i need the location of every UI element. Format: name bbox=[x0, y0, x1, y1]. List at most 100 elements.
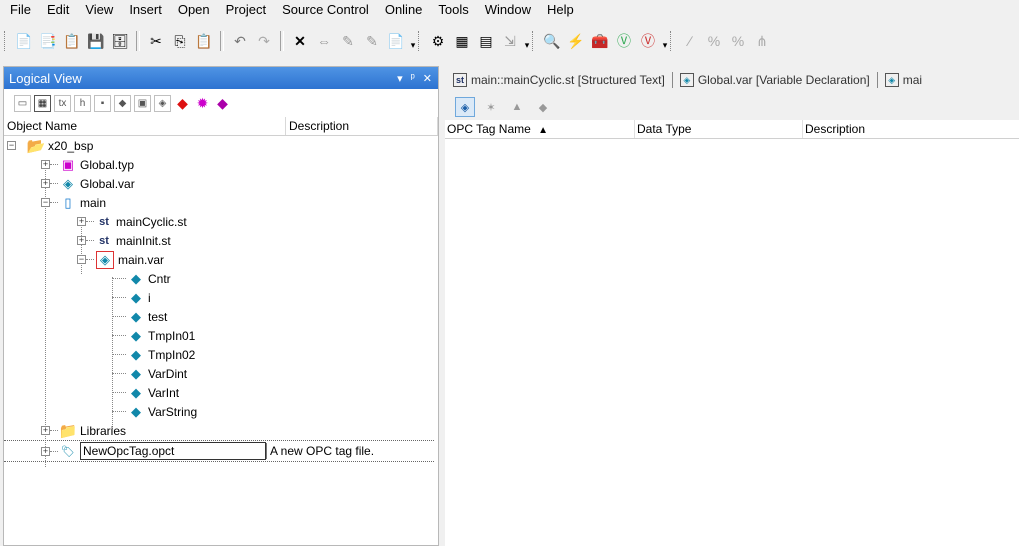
opc-grid-body[interactable] bbox=[445, 139, 1019, 539]
red-diamond-icon[interactable]: ◆ bbox=[174, 95, 191, 112]
tree-node-global-var[interactable]: + ◈ Global.var bbox=[41, 174, 135, 193]
toolbar-grip[interactable] bbox=[670, 31, 674, 51]
collapse-icon[interactable]: − bbox=[7, 141, 16, 150]
tree-node-root[interactable]: − 📂 x20_bsp bbox=[7, 136, 93, 155]
opc-add-tag-icon[interactable]: ◈ bbox=[455, 97, 475, 117]
menu-online[interactable]: Online bbox=[377, 0, 431, 20]
opc-add-subtag-icon[interactable]: ✶ bbox=[481, 97, 501, 117]
opc-insert-icon[interactable]: ▲ bbox=[507, 97, 527, 117]
tree-node-variable[interactable]: ◆ TmpIn02 bbox=[112, 345, 195, 364]
menu-window[interactable]: Window bbox=[477, 0, 539, 20]
column-opc-tag-name[interactable]: OPC Tag Name ▲ bbox=[445, 120, 635, 138]
opc-delete-icon[interactable]: ◆ bbox=[533, 97, 553, 117]
toolbar-grip[interactable] bbox=[418, 31, 422, 51]
tree-node-main-cyclic[interactable]: + st mainCyclic.st bbox=[77, 212, 187, 231]
properties-icon[interactable]: ✎ bbox=[338, 31, 358, 51]
paste-icon[interactable]: 📋 bbox=[194, 31, 214, 51]
build-icon[interactable]: ⚙ bbox=[428, 31, 448, 51]
view-file-icon[interactable]: ▭ bbox=[14, 94, 31, 112]
column-object-name[interactable]: Object Name bbox=[4, 117, 286, 135]
expand-icon[interactable]: + bbox=[41, 426, 50, 435]
expand-icon[interactable]: + bbox=[41, 160, 50, 169]
menu-insert[interactable]: Insert bbox=[121, 0, 170, 20]
collapse-icon[interactable]: − bbox=[77, 255, 86, 264]
new-project-icon[interactable]: 📄 bbox=[14, 31, 34, 51]
save-all-icon[interactable]: 🗄 bbox=[110, 31, 130, 51]
uncomment-icon[interactable]: % bbox=[728, 31, 748, 51]
configuration-icon[interactable]: ▤ bbox=[476, 31, 496, 51]
toolbar-overflow-icon[interactable]: ▾ bbox=[522, 31, 532, 51]
toolbar-grip[interactable] bbox=[532, 31, 536, 51]
toolbar-grip[interactable] bbox=[4, 31, 8, 51]
tree-node-variable[interactable]: ◆ VarDint bbox=[112, 364, 187, 383]
menu-project[interactable]: Project bbox=[218, 0, 274, 20]
column-data-type[interactable]: Data Type bbox=[635, 120, 803, 138]
format-icon[interactable]: ∕ bbox=[680, 31, 700, 51]
watch-icon[interactable]: 🧰 bbox=[590, 31, 610, 51]
delete-icon[interactable]: ✕ bbox=[290, 31, 310, 51]
menu-file[interactable]: File bbox=[2, 0, 39, 20]
panel-menu-icon[interactable]: ▾ bbox=[397, 72, 403, 85]
column-description[interactable]: Description bbox=[803, 120, 1019, 138]
menu-help[interactable]: Help bbox=[539, 0, 582, 20]
transfer-icon[interactable]: ⇲ bbox=[500, 31, 520, 51]
monitor-icon[interactable]: 🔍 bbox=[542, 31, 562, 51]
copy-icon[interactable]: ⎘ bbox=[170, 31, 190, 51]
comment-icon[interactable]: % bbox=[704, 31, 724, 51]
close-icon[interactable]: ✕ bbox=[423, 72, 432, 85]
expand-icon[interactable]: + bbox=[77, 236, 86, 245]
logical-view-title-bar[interactable]: Logical View ▾ ᵖ ✕ bbox=[4, 67, 438, 89]
properties3-icon[interactable]: 📄 bbox=[386, 31, 406, 51]
menu-source-control[interactable]: Source Control bbox=[274, 0, 377, 20]
menu-tools[interactable]: Tools bbox=[430, 0, 476, 20]
tree-node-variable[interactable]: ◆ TmpIn01 bbox=[112, 326, 195, 345]
indent-icon[interactable]: ⋔ bbox=[752, 31, 772, 51]
tab-main-cyclic[interactable]: st main::mainCyclic.st [Structured Text] bbox=[453, 73, 665, 87]
purple-diamond-icon[interactable]: ◆ bbox=[214, 95, 231, 112]
pin-icon[interactable]: ᵖ bbox=[411, 72, 415, 84]
type-view-icon[interactable]: ▪ bbox=[94, 94, 111, 112]
tab-main-var[interactable]: ◈ mai bbox=[884, 73, 922, 87]
save-icon[interactable]: 💾 bbox=[86, 31, 106, 51]
tree-node-variable[interactable]: ◆ i bbox=[112, 288, 151, 307]
trace-icon[interactable]: Ⓥ bbox=[614, 31, 634, 51]
magenta-gear-icon[interactable]: ✹ bbox=[194, 95, 211, 112]
toolbar-overflow-icon[interactable]: ▾ bbox=[660, 31, 670, 51]
move-icon[interactable]: ⇔ bbox=[314, 31, 334, 51]
properties2-icon[interactable]: ✎ bbox=[362, 31, 382, 51]
tree-node-new-opc-tag[interactable]: + 🏷 NewOpcTag.opct A new OPC tag file. bbox=[4, 440, 434, 462]
menu-edit[interactable]: Edit bbox=[39, 0, 77, 20]
tree-node-variable[interactable]: ◆ test bbox=[112, 307, 167, 326]
text-view-icon[interactable]: tx bbox=[54, 94, 71, 112]
rebuild-icon[interactable]: ▦ bbox=[452, 31, 472, 51]
open-file-icon[interactable]: 📋 bbox=[62, 31, 82, 51]
object-view-icon[interactable]: ◈ bbox=[154, 94, 171, 112]
toolbar-overflow-icon[interactable]: ▾ bbox=[408, 31, 418, 51]
tree-node-main-init[interactable]: + st mainInit.st bbox=[77, 231, 171, 250]
tree-node-variable[interactable]: ◆ Cntr bbox=[112, 269, 171, 288]
tree-node-variable[interactable]: ◆ VarString bbox=[112, 402, 197, 421]
tab-global-var[interactable]: ◈ Global.var [Variable Declaration] bbox=[679, 73, 870, 87]
header-view-icon[interactable]: h bbox=[74, 94, 91, 112]
trace2-icon[interactable]: Ⓥ bbox=[638, 31, 658, 51]
table-view-icon[interactable]: ▦ bbox=[34, 94, 51, 112]
expand-icon[interactable]: + bbox=[77, 217, 86, 226]
package-view-icon[interactable]: ▣ bbox=[134, 94, 151, 112]
online-info-icon[interactable]: ⚡ bbox=[566, 31, 586, 51]
expand-icon[interactable]: + bbox=[41, 446, 50, 456]
collapse-icon[interactable]: − bbox=[41, 198, 50, 207]
tree-node-global-typ[interactable]: + ▣ Global.typ bbox=[41, 155, 134, 174]
tree-node-libraries[interactable]: + 📁 Libraries bbox=[41, 421, 126, 440]
cut-icon[interactable]: ✂ bbox=[146, 31, 166, 51]
rename-input[interactable]: NewOpcTag.opct bbox=[80, 442, 266, 460]
tree-node-variable[interactable]: ◆ VarInt bbox=[112, 383, 179, 402]
menu-open[interactable]: Open bbox=[170, 0, 218, 20]
undo-icon[interactable]: ↶ bbox=[230, 31, 250, 51]
redo-icon[interactable]: ↷ bbox=[254, 31, 274, 51]
var-view-icon[interactable]: ◆ bbox=[114, 94, 131, 112]
menu-view[interactable]: View bbox=[77, 0, 121, 20]
tree-node-main[interactable]: − ▯ main bbox=[41, 193, 106, 212]
tree-node-main-var[interactable]: − ◈ main.var bbox=[77, 250, 164, 269]
open-project-icon[interactable]: 📑 bbox=[38, 31, 58, 51]
expand-icon[interactable]: + bbox=[41, 179, 50, 188]
